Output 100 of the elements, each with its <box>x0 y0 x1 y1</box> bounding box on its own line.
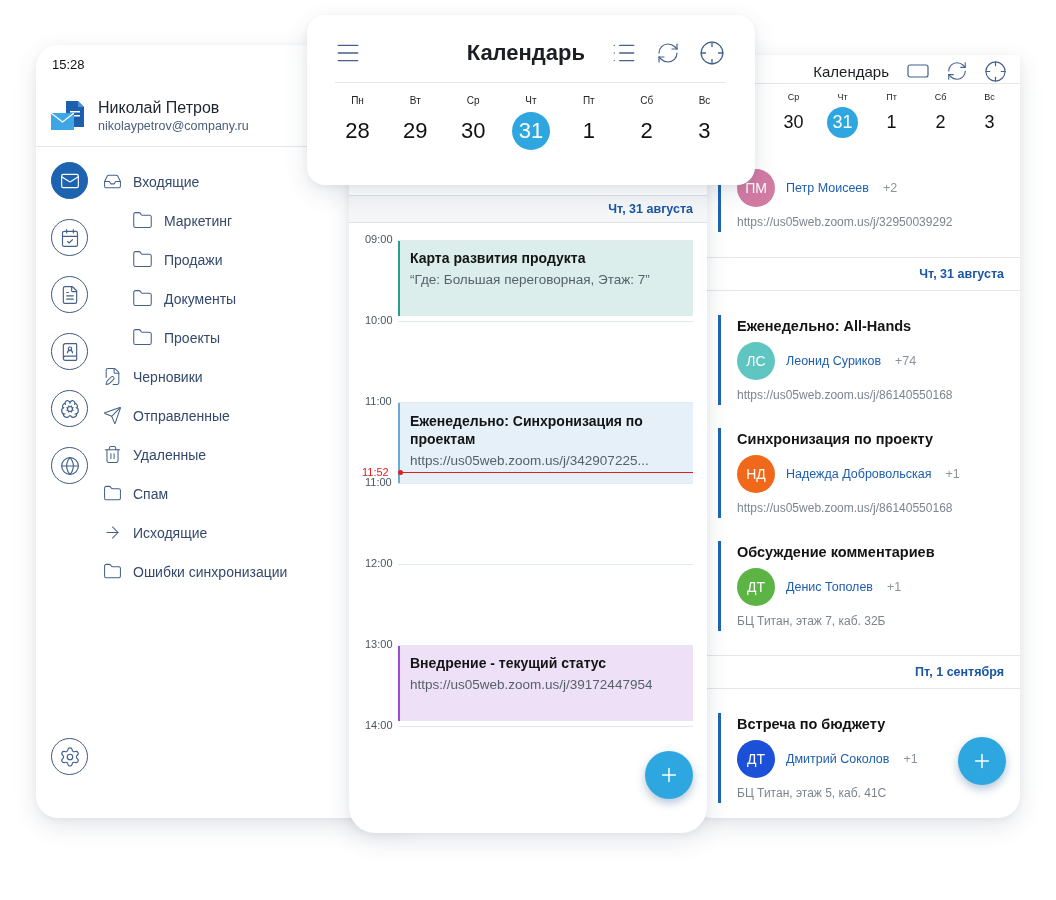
date-button[interactable]: 3 <box>685 112 724 150</box>
attendee-count: +1 <box>945 467 960 481</box>
weekday-label: Ср <box>787 92 800 102</box>
event-location: https://us05web.zoom.us/j/32950039292 <box>737 215 954 229</box>
date-header: Пт, 1 сентября <box>915 665 1004 679</box>
hour-label: 13:00 <box>364 638 394 651</box>
event-title: Синхронизация по проекту <box>737 431 934 447</box>
folder-item[interactable]: Черновики <box>103 357 288 396</box>
nav-rail-button[interactable] <box>51 162 88 199</box>
status-time: 15:28 <box>52 57 85 72</box>
date-button[interactable]: 2 <box>925 107 956 138</box>
calendar-title: Календарь <box>813 62 889 80</box>
current-time-label: 11:52 <box>361 466 390 478</box>
inbox-icon <box>103 172 122 191</box>
nav-rail-button[interactable] <box>51 276 88 313</box>
add-button[interactable] <box>645 751 693 799</box>
date-header: Чт, 31 августа <box>919 267 1004 281</box>
event-card[interactable]: Внедрение - текущий статус https://us05web.zoom.us/j/39172447954 <box>398 646 693 721</box>
attendee-count: +1 <box>887 580 902 594</box>
event-detail: https://us05web.zoom.us/j/342907225... <box>410 452 650 469</box>
attendee-count: +2 <box>882 181 898 195</box>
hour-label: 11:00 <box>364 395 393 408</box>
organizer-name[interactable]: Надежда Добровольская <box>786 467 932 481</box>
weekday-label: Пт <box>582 95 595 106</box>
draft-icon <box>103 367 122 386</box>
nav-rail-button[interactable] <box>51 390 88 427</box>
event-detail: https://us05web.zoom.us/j/39172447954 <box>410 676 654 693</box>
folder-item[interactable]: Маркетинг <box>103 201 288 240</box>
nav-rail-button[interactable] <box>51 219 88 256</box>
refresh-button[interactable] <box>656 40 680 65</box>
locate-button[interactable] <box>699 39 725 66</box>
head-gear-icon <box>59 398 80 419</box>
weekday-label: Вт <box>409 95 421 106</box>
folder-item[interactable]: Удаленные <box>103 435 288 474</box>
avatar: ЛС <box>737 342 775 380</box>
account-name: Николай Петров <box>98 98 221 117</box>
settings-button[interactable] <box>51 738 88 775</box>
event-title: Внедрение - текущий статус <box>410 654 608 672</box>
date-header: Чт, 31 августа <box>608 202 693 216</box>
event-card[interactable]: Карта развития продукта “Где: Большая переговорная, Этаж: 7” <box>398 241 693 316</box>
event-detail: “Где: Большая переговорная, Этаж: 7” <box>410 271 651 288</box>
agenda-event[interactable]: Обсуждение комментариев ДТ Денис Тополев +1 БЦ Титан, этаж 7, каб. 32Б <box>718 541 1020 631</box>
folder-item[interactable]: Ошибки синхронизации <box>103 552 288 591</box>
locate-button[interactable] <box>984 59 1007 83</box>
arrow-icon <box>103 523 122 542</box>
weekday-label: Пт <box>886 92 897 102</box>
attendee-count: +1 <box>903 752 918 766</box>
weekday-label: Вс <box>984 92 995 102</box>
date-button[interactable]: 29 <box>396 112 435 150</box>
calendar-title: Календарь <box>466 39 585 66</box>
date-button[interactable]: 1 <box>569 112 608 150</box>
organizer-name[interactable]: Леонид Суриков <box>786 354 882 368</box>
refresh-button[interactable] <box>946 60 968 82</box>
attendee-count: +74 <box>895 354 917 368</box>
organizer-name[interactable]: Денис Тополев <box>786 580 873 594</box>
folder-item[interactable]: Входящие <box>103 162 288 201</box>
hour-label: 10:00 <box>364 314 394 327</box>
event-location: БЦ Титан, этаж 7, каб. 32Б <box>737 614 887 628</box>
date-button[interactable]: 1 <box>876 107 907 138</box>
trash-icon <box>103 445 122 464</box>
date-button[interactable]: 30 <box>778 107 809 138</box>
weekday-label: Пн <box>351 95 364 106</box>
folder-item[interactable]: Проекты <box>103 318 288 357</box>
event-title: Еженедельно: Синхронизация по проектам <box>410 412 644 448</box>
folder-item[interactable]: Спам <box>103 474 288 513</box>
agenda-event[interactable]: Еженедельно: All-Hands ЛС Леонид Суриков +74 https://us05web.zoom.us/j/86140550168 <box>718 315 1020 405</box>
weekday-label: Чт <box>525 95 537 106</box>
hour-label: 14:00 <box>364 719 394 732</box>
folder-item[interactable]: Исходящие <box>103 513 288 552</box>
calendar-check-icon <box>59 227 80 248</box>
event-location: https://us05web.zoom.us/j/86140550168 <box>737 501 954 515</box>
hour-label: 11:00 <box>364 476 393 489</box>
refresh-icon <box>656 40 680 65</box>
crosshair-icon <box>984 59 1007 83</box>
refresh-icon <box>946 60 968 82</box>
date-button[interactable]: 28 <box>338 112 377 150</box>
date-button[interactable]: 2 <box>627 112 666 150</box>
crosshair-icon <box>699 39 725 66</box>
folder-icon <box>132 288 153 309</box>
date-button[interactable]: 3 <box>974 107 1005 138</box>
event-card[interactable]: Еженедельно: Синхронизация по проектам https://us05web.zoom.us/j/342907225... <box>398 403 693 483</box>
nav-rail-button[interactable] <box>51 447 88 484</box>
folder-item[interactable]: Документы <box>103 279 288 318</box>
agenda-event[interactable]: Синхронизация по проекту НД Надежда Добровольская +1 https://us05web.zoom.us/j/86140550168 <box>718 428 1020 518</box>
nav-rail-button[interactable] <box>51 333 88 370</box>
folder-item[interactable]: Продажи <box>103 240 288 279</box>
folder-icon <box>132 249 153 270</box>
mail-logo-icon <box>50 98 86 133</box>
event-title: Еженедельно: All-Hands <box>737 318 913 334</box>
date-button[interactable]: 30 <box>454 112 493 150</box>
organizer-name[interactable]: Дмитрий Соколов <box>786 752 890 766</box>
settings-icon <box>58 745 81 768</box>
organizer-name[interactable]: Петр Моисеев <box>786 181 869 195</box>
weekday-label: Сб <box>934 92 947 102</box>
send-icon <box>103 406 122 425</box>
avatar: НД <box>737 455 775 493</box>
avatar: ДТ <box>737 740 775 778</box>
add-button[interactable] <box>958 737 1006 785</box>
weekday-label: Вс <box>698 95 711 106</box>
folder-item[interactable]: Отправленные <box>103 396 288 435</box>
